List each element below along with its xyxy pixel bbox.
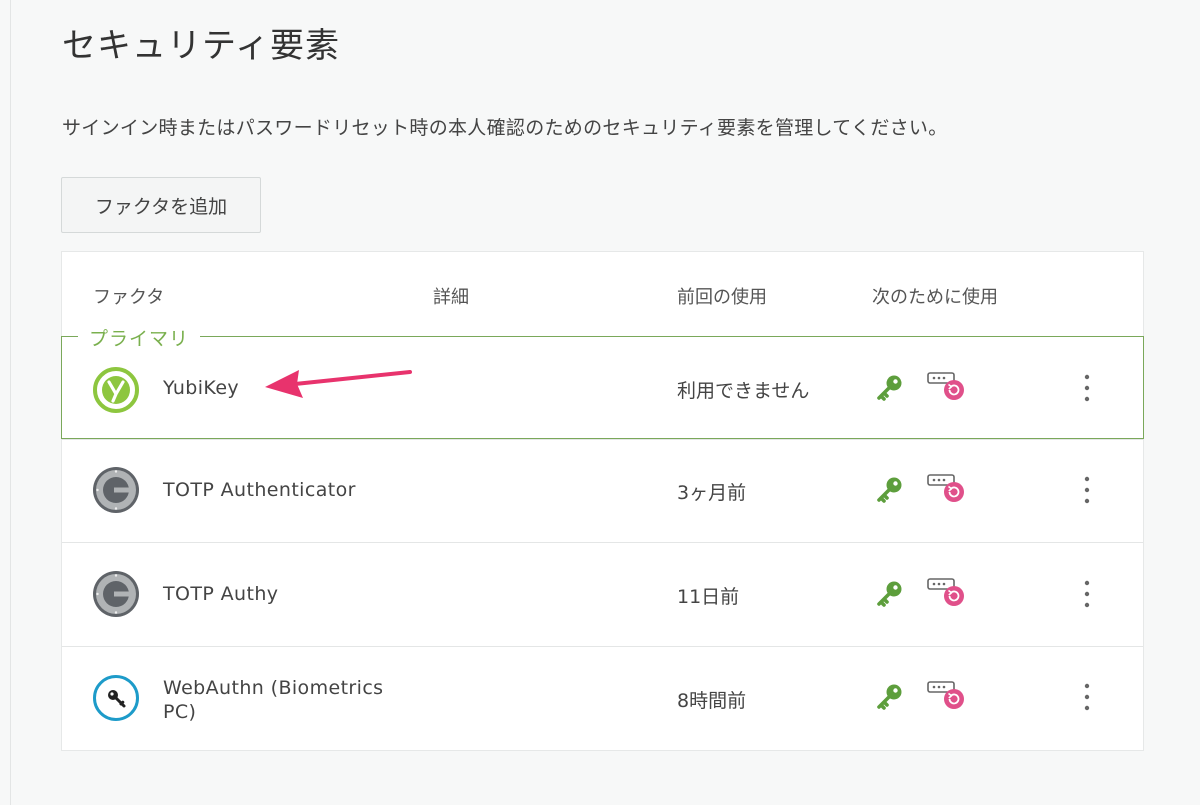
column-header-used-for: 次のために使用	[872, 287, 998, 308]
factor-name: WebAuthn (Biometrics PC)	[163, 676, 383, 724]
table-row-totp-authenticator: TOTP Authenticator 3ヶ月前	[62, 439, 1143, 542]
password-reset-icon	[927, 474, 964, 502]
password-reset-icon	[927, 578, 964, 606]
google-authenticator-icon	[93, 467, 139, 513]
more-options-icon[interactable]	[1077, 475, 1097, 505]
table-row-webauthn: WebAuthn (Biometrics PC) 8時間前	[62, 646, 1143, 749]
factor-name-line-1: WebAuthn (Biometrics	[163, 677, 384, 699]
page-description: サインイン時またはパスワードリセット時の本人確認のためのセキュリティ要素を管理し…	[62, 117, 948, 139]
table-row-yubikey: YubiKey 利用できません	[61, 336, 1144, 439]
table-row-totp-authy: TOTP Authy 11日前	[62, 542, 1143, 645]
last-used-value: 3ヶ月前	[677, 482, 747, 504]
factor-name-line-2: PC)	[163, 701, 197, 723]
factor-name: TOTP Authy	[163, 583, 279, 605]
factor-name: YubiKey	[163, 377, 240, 399]
factor-name: TOTP Authenticator	[163, 479, 356, 501]
sign-in-key-icon	[877, 684, 902, 710]
more-options-icon[interactable]	[1077, 682, 1097, 712]
sign-in-key-icon	[877, 581, 902, 607]
column-header-factor: ファクタ	[93, 287, 165, 308]
yubikey-icon	[93, 367, 139, 413]
password-reset-icon	[927, 681, 964, 709]
google-authenticator-icon	[93, 571, 139, 617]
more-options-icon[interactable]	[1077, 373, 1097, 403]
last-used-value: 8時間前	[677, 690, 747, 712]
sign-in-key-icon	[877, 375, 902, 401]
left-border	[10, 0, 11, 805]
last-used-value: 利用できません	[677, 380, 810, 402]
annotation-arrow-icon	[265, 370, 412, 398]
webauthn-key-icon	[93, 675, 139, 721]
page-title: セキュリティ要素	[62, 26, 340, 66]
column-header-last-used: 前回の使用	[677, 287, 767, 308]
last-used-value: 11日前	[677, 586, 740, 608]
more-options-icon[interactable]	[1077, 579, 1097, 609]
column-header-details: 詳細	[433, 287, 469, 308]
password-reset-icon	[927, 372, 964, 400]
add-factor-button[interactable]: ファクタを追加	[61, 177, 261, 233]
primary-label: プライマリ	[78, 324, 201, 351]
sign-in-key-icon	[877, 477, 902, 503]
